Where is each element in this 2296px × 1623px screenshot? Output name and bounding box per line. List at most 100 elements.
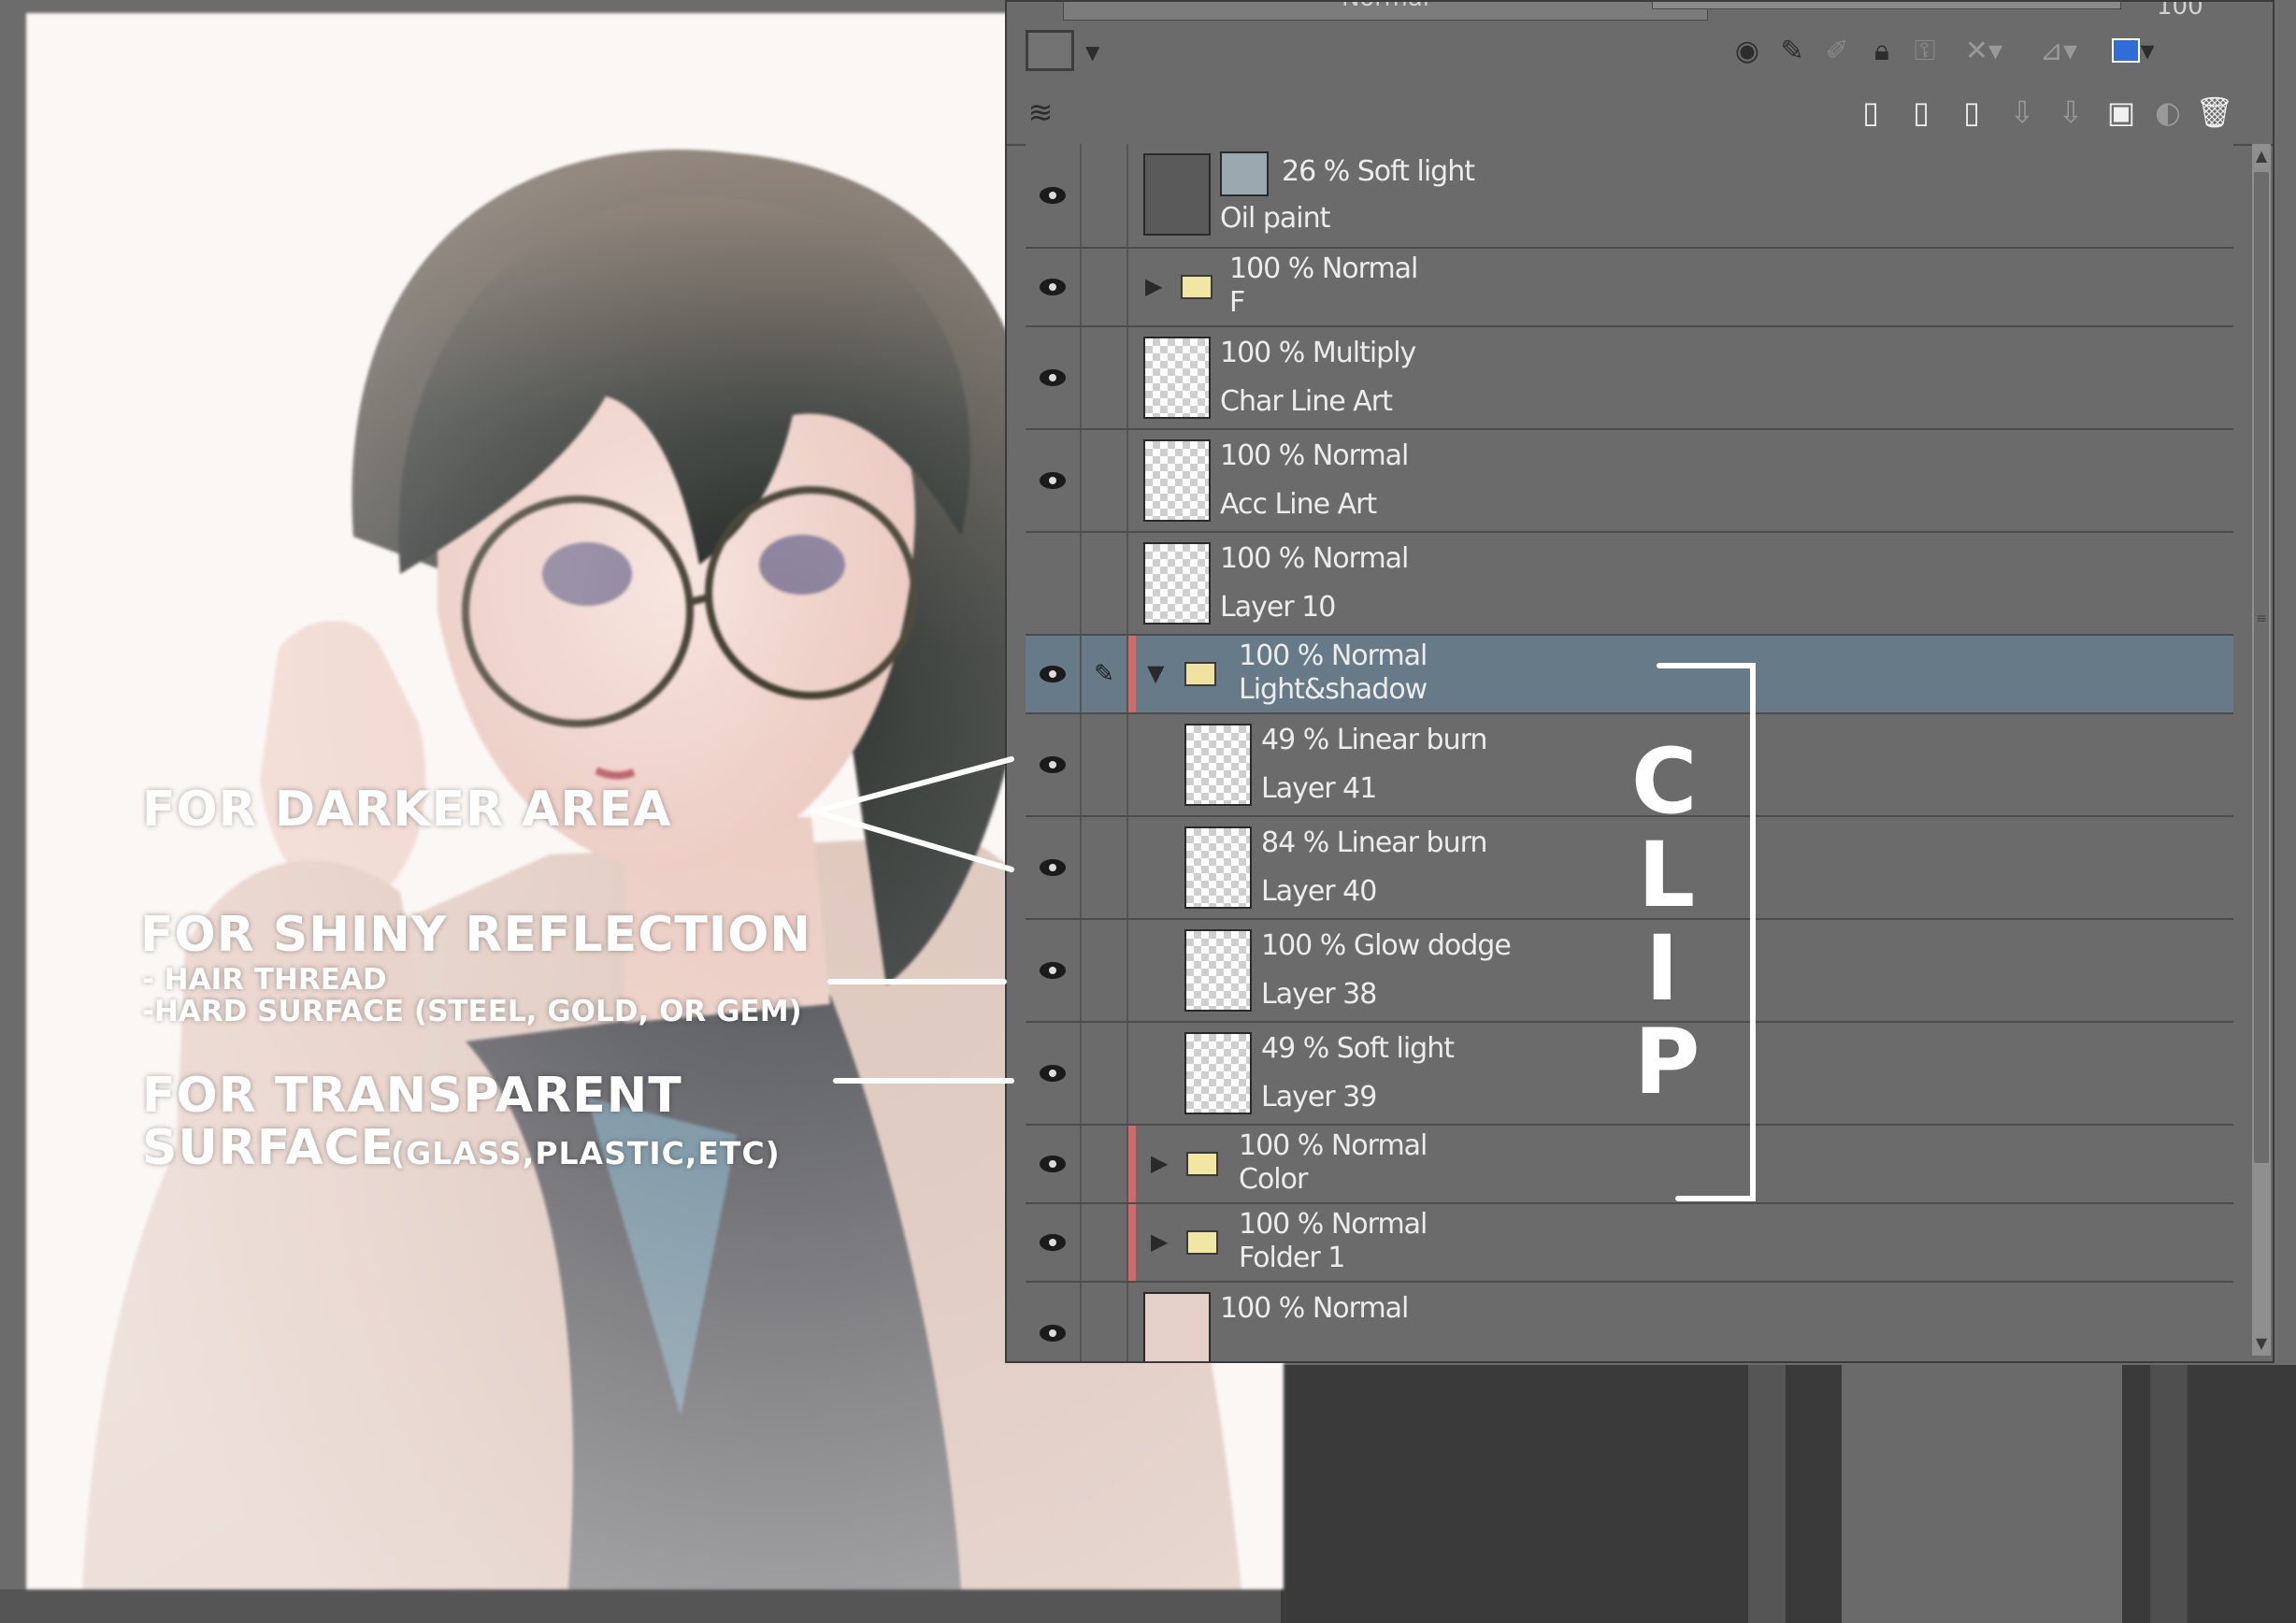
folder-open-icon xyxy=(1184,662,1216,686)
visibility-toggle[interactable] xyxy=(1026,1023,1082,1124)
edit-target-cell[interactable] xyxy=(1082,1023,1128,1124)
visibility-toggle[interactable] xyxy=(1026,430,1082,531)
edit-target-cell[interactable] xyxy=(1082,817,1128,918)
chevron-down-icon[interactable]: ▼ xyxy=(1085,41,1099,64)
layer-row[interactable]: 100 % Normal Acc Line Art xyxy=(1026,430,2233,533)
edit-target-cell[interactable] xyxy=(1082,1126,1128,1202)
transfer-down-icon[interactable]: ⇩ xyxy=(2002,92,2043,133)
pen-icon[interactable]: ✐ xyxy=(1816,30,1858,71)
visibility-toggle[interactable] xyxy=(1026,144,1082,247)
visibility-toggle[interactable] xyxy=(1026,1126,1082,1202)
layer-stack-icon[interactable]: ≋ xyxy=(1020,92,1061,133)
layer-row[interactable]: 100 % Glow dodge Layer 38 xyxy=(1026,920,2233,1023)
layer-row[interactable]: 26 % Soft light Oil paint xyxy=(1026,144,2233,249)
layer-row[interactable]: 100 % Normal Layer 10 xyxy=(1026,533,2233,636)
visibility-toggle[interactable] xyxy=(1026,714,1082,815)
eye-icon xyxy=(1040,472,1066,489)
layer-row[interactable]: ▶ 100 % Normal Color xyxy=(1026,1126,2233,1204)
visibility-toggle[interactable] xyxy=(1026,817,1082,918)
delete-layer-icon[interactable]: 🗑︎ xyxy=(2194,92,2235,133)
edit-target-cell[interactable]: ✎ xyxy=(1082,636,1128,712)
new-raster-layer-icon[interactable]: ▯ xyxy=(1850,92,1891,133)
lock-transparent-icon[interactable]: ⚿ xyxy=(1904,30,1945,71)
layer-name: Folder 1 xyxy=(1239,1242,1345,1274)
layer-blend-info: 100 % Normal xyxy=(1220,542,1409,575)
clip-letter-c: C xyxy=(1631,729,1698,834)
layer-name: Layer 40 xyxy=(1261,875,1377,908)
ruler-icon[interactable]: ⊿▾ xyxy=(2026,30,2091,71)
layer-thumbnail xyxy=(1184,929,1252,1012)
visibility-toggle[interactable] xyxy=(1026,533,1082,634)
layer-blend-info: 49 % Linear burn xyxy=(1261,724,1487,756)
eye-icon xyxy=(1040,962,1066,979)
eye-icon xyxy=(1040,859,1066,876)
layer-row[interactable]: ▶ 100 % Normal Folder 1 xyxy=(1026,1204,2233,1283)
edit-target-cell[interactable] xyxy=(1082,249,1128,325)
lock-icon[interactable]: 🔒︎ xyxy=(1861,30,1902,71)
merge-down-icon[interactable]: ⇩ xyxy=(2050,92,2091,133)
visibility-toggle[interactable] xyxy=(1026,1283,1082,1361)
annotation-shiny-sub1: - hair thread xyxy=(142,963,387,997)
edit-target-cell[interactable] xyxy=(1082,533,1128,634)
layer-name: Oil paint xyxy=(1220,202,1330,235)
eye-icon xyxy=(1040,279,1066,295)
folder-icon xyxy=(1181,275,1213,299)
layer-name: Layer 39 xyxy=(1261,1081,1377,1113)
layer-name: Acc Line Art xyxy=(1220,488,1377,521)
layer-row[interactable]: ▶ 100 % Normal F xyxy=(1026,249,2233,327)
scroll-thumb[interactable] xyxy=(2254,172,2269,1163)
layer-row[interactable]: 84 % Linear burn Layer 40 xyxy=(1026,817,2233,920)
new-vector-layer-icon[interactable]: ▯ xyxy=(1901,92,1942,133)
layer-row[interactable]: 49 % Linear burn Layer 41 xyxy=(1026,714,2233,817)
opacity-value[interactable]: 100 xyxy=(2157,2,2203,21)
layer-row[interactable]: 49 % Soft light Layer 39 xyxy=(1026,1023,2233,1126)
workspace-divider xyxy=(1748,1365,1786,1623)
layer-property-toolbar: ▼ ◉ ✎ ✐ 🔒︎ ⚿ ✕▾ ⊿▾ ▾ xyxy=(1007,22,2273,79)
scroll-down-icon[interactable]: ▼ xyxy=(2252,1331,2271,1356)
layer-row[interactable]: 100 % Normal xyxy=(1026,1283,2233,1361)
expand-down-icon[interactable]: ▼ xyxy=(1147,660,1164,686)
folder-icon xyxy=(1186,1152,1218,1176)
layer-thumbnail xyxy=(1143,439,1211,522)
layer-row-selected[interactable]: ✎ ▼ 100 % Normal Light&shadow xyxy=(1026,636,2233,714)
edit-target-cell[interactable] xyxy=(1082,144,1128,247)
new-folder-icon[interactable]: ▯ xyxy=(1951,92,1992,133)
expand-right-icon[interactable]: ▶ xyxy=(1145,273,1162,299)
edit-target-cell[interactable] xyxy=(1082,1283,1128,1361)
clip-letter-l: L xyxy=(1638,823,1696,927)
eye-icon xyxy=(1040,1234,1066,1251)
expand-right-icon[interactable]: ▶ xyxy=(1151,1228,1168,1255)
visibility-toggle[interactable] xyxy=(1026,249,1082,325)
layer-mask-icon[interactable]: ▣ xyxy=(2101,92,2142,133)
expand-right-icon[interactable]: ▶ xyxy=(1151,1150,1168,1176)
layer-panel[interactable]: Normal 100 ▼ ◉ ✎ ✐ 🔒︎ ⚿ ✕▾ ⊿▾ ▾ ≋ ▯ ▯ ▯ … xyxy=(1005,0,2274,1363)
layer-blend-info: 26 % Soft light xyxy=(1282,155,1475,188)
layer-color-swatch[interactable] xyxy=(1026,30,1074,71)
blend-mode-select[interactable]: Normal xyxy=(1063,2,1708,21)
edit-target-cell[interactable] xyxy=(1082,1204,1128,1281)
workspace-divider xyxy=(2150,1365,2188,1623)
clip-letter-p: P xyxy=(1634,1010,1700,1114)
status-strip xyxy=(0,1589,1281,1623)
layer-color-icon[interactable]: ▾ xyxy=(2101,30,2166,71)
layer-row[interactable]: 100 % Multiply Char Line Art xyxy=(1026,327,2233,430)
layer-name: Char Line Art xyxy=(1220,385,1393,418)
layer-list-scrollbar[interactable]: ▲ ≡ ▼ xyxy=(2252,144,2271,1356)
edit-target-cell[interactable] xyxy=(1082,920,1128,1021)
draft-layer-icon[interactable]: ✎ xyxy=(1772,30,1813,71)
workspace-background xyxy=(1281,1365,2296,1623)
scroll-up-icon[interactable]: ▲ xyxy=(2252,144,2271,168)
edit-target-cell[interactable] xyxy=(1082,714,1128,815)
mask-icon[interactable]: ✕▾ xyxy=(1951,30,2016,71)
ref-layer-icon[interactable]: ◉ xyxy=(1727,30,1768,71)
layer-blend-info: 100 % Normal xyxy=(1239,1129,1428,1162)
edit-target-cell[interactable] xyxy=(1082,327,1128,428)
edit-target-cell[interactable] xyxy=(1082,430,1128,531)
opacity-slider[interactable] xyxy=(1652,2,2121,9)
visibility-toggle[interactable] xyxy=(1026,1204,1082,1281)
eye-icon xyxy=(1040,369,1066,386)
apply-mask-icon[interactable]: ◐ xyxy=(2147,92,2188,133)
visibility-toggle[interactable] xyxy=(1026,327,1082,428)
visibility-toggle[interactable] xyxy=(1026,920,1082,1021)
visibility-toggle[interactable] xyxy=(1026,636,1082,712)
